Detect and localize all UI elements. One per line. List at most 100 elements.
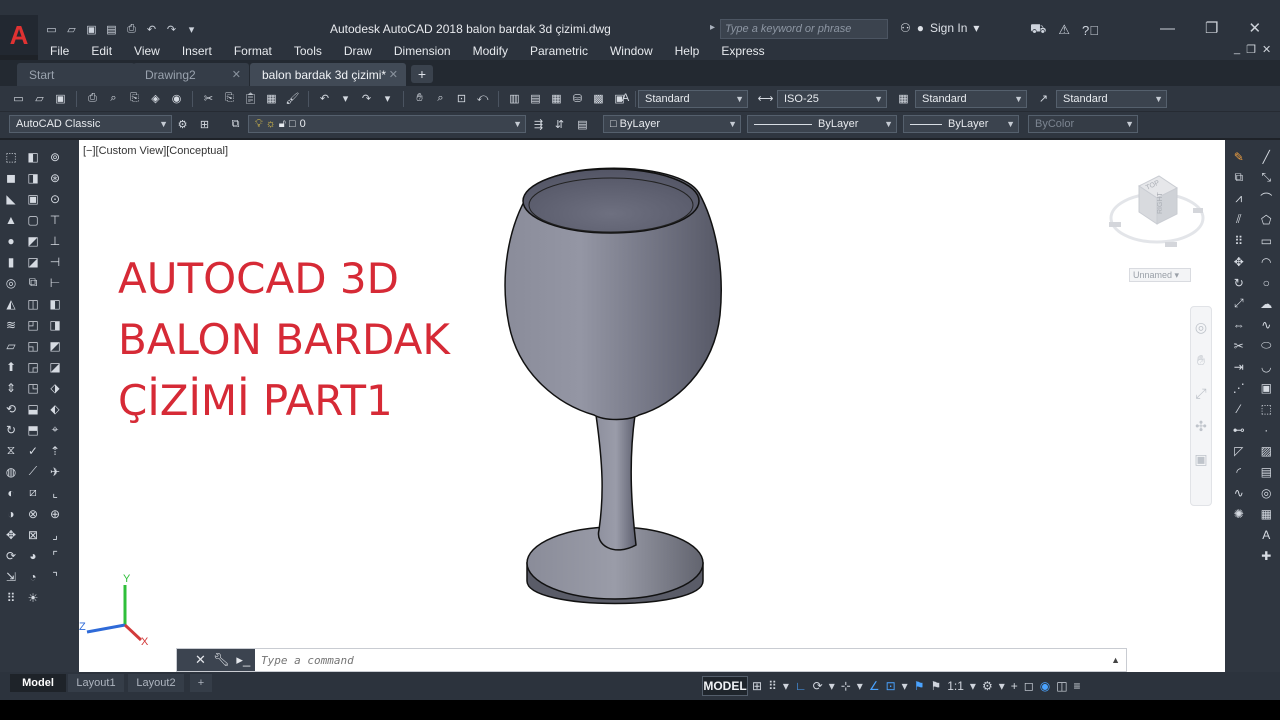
undo-list-icon[interactable]: ▾ (337, 91, 354, 107)
save-icon[interactable]: ▣ (84, 22, 99, 36)
ortho-icon[interactable]: ∟ (795, 679, 807, 693)
circle-icon[interactable]: ○ (1257, 274, 1275, 291)
restore-icon[interactable]: ❐ (1205, 19, 1218, 37)
line-icon[interactable]: ╱ (1257, 148, 1275, 165)
rotate-faces-icon[interactable]: ◩ (24, 232, 42, 249)
redo-icon[interactable]: ↷ (358, 91, 375, 107)
new-tab-button[interactable]: + (411, 65, 433, 83)
polar-tracking-icon[interactable]: ⟳ (813, 679, 823, 693)
chevron-down-icon[interactable]: ▾ (902, 679, 908, 693)
isolate-objects-icon[interactable]: ◻ (1024, 679, 1034, 693)
multileader-style-icon[interactable]: ↗ (1035, 90, 1052, 106)
chevron-down-icon[interactable]: ▾ (970, 679, 976, 693)
ne-iso-icon[interactable]: ⬗ (46, 379, 64, 396)
sheet-set-icon[interactable]: ⛁ (569, 91, 586, 107)
flatshot-icon[interactable]: ⊠ (24, 526, 42, 543)
insert-block-icon[interactable]: ▣ (1257, 379, 1275, 396)
customize-qat-icon[interactable]: ▾ (184, 22, 199, 36)
3d-print-icon[interactable]: ◈ (147, 91, 164, 107)
orbit-icon[interactable]: ⊚ (46, 148, 64, 165)
hatch-icon[interactable]: ▨ (1257, 442, 1275, 459)
pyramid-icon[interactable]: ◭ (2, 295, 20, 312)
close-tab-icon[interactable]: ✕ (232, 68, 241, 81)
dim-style-icon[interactable]: ⟷ (757, 90, 774, 106)
materials-icon[interactable]: ◔ (24, 568, 42, 585)
plot-preview-icon[interactable]: ⌕ (105, 91, 122, 107)
workspace-select[interactable]: AutoCAD Classic ▼ (9, 115, 172, 133)
redo-list-icon[interactable]: ▾ (379, 91, 396, 107)
check-icon[interactable]: ✓ (24, 442, 42, 459)
workspace-toolbar-icon[interactable]: ⊞ (196, 116, 213, 132)
ellipse-icon[interactable]: ⬭ (1257, 337, 1275, 354)
plus-icon[interactable]: + (1011, 679, 1018, 693)
stretch-icon[interactable]: ⇔ (1230, 316, 1248, 333)
arc-icon[interactable]: ◠ (1257, 253, 1275, 270)
exchange-icon[interactable]: ⚠ (1058, 22, 1070, 38)
tool-palettes-icon[interactable]: ▦ (548, 91, 565, 107)
open-file-icon[interactable]: ▱ (64, 22, 79, 36)
trim-icon[interactable]: ✂ (1230, 337, 1248, 354)
zoom-realtime-icon[interactable]: ⌕ (432, 91, 449, 107)
command-prompt-icon[interactable]: ▸_ (236, 652, 250, 668)
menu-express[interactable]: Express (721, 44, 764, 58)
menu-edit[interactable]: Edit (91, 44, 112, 58)
zoom-window-icon[interactable]: ⊡ (453, 91, 470, 107)
polyline-icon[interactable]: ⌒ (1257, 190, 1275, 207)
shell-icon[interactable]: ⬒ (24, 421, 42, 438)
new-file-icon[interactable]: ▭ (44, 22, 59, 36)
match-properties-icon[interactable]: 🖌︎ (284, 91, 301, 107)
layer-states-icon[interactable]: ▤ (574, 116, 591, 132)
markup-icon[interactable]: ▩ (590, 91, 607, 107)
break-icon[interactable]: ⁄ (1230, 400, 1248, 417)
hardware-acceleration-icon[interactable]: ◉ (1040, 679, 1050, 693)
array-icon[interactable]: ⠿ (1230, 232, 1248, 249)
redo-icon[interactable]: ↷ (164, 22, 179, 36)
top-view-icon[interactable]: ⊤ (46, 211, 64, 228)
paste-block-icon[interactable]: ▦ (263, 91, 280, 107)
loft-icon[interactable]: ⧖ (2, 442, 20, 459)
3d-array-icon[interactable]: ⠿ (2, 589, 20, 606)
pan-icon[interactable]: ✋︎ (411, 91, 428, 107)
extrude-faces-icon[interactable]: ◧ (24, 148, 42, 165)
menu-insert[interactable]: Insert (182, 44, 212, 58)
lineweight-select[interactable]: ByLayer ▼ (903, 115, 1019, 133)
polygon-icon[interactable]: ⬠ (1257, 211, 1275, 228)
menu-view[interactable]: View (134, 44, 160, 58)
menu-modify[interactable]: Modify (473, 44, 508, 58)
erase-icon[interactable]: ✎ (1230, 148, 1248, 165)
copy-object-icon[interactable]: ⧉ (1230, 169, 1248, 186)
copy-edges-icon[interactable]: ◰ (24, 316, 42, 333)
offset-faces-icon[interactable]: ▣ (24, 190, 42, 207)
interfere-icon[interactable]: ⊗ (24, 505, 42, 522)
paste-icon[interactable]: 📋︎ (242, 91, 259, 107)
bottom-view-icon[interactable]: ⊥ (46, 232, 64, 249)
layer-previous-icon[interactable]: ⇵ (551, 116, 568, 132)
add-layout-button[interactable]: + (190, 674, 212, 692)
menu-tools[interactable]: Tools (294, 44, 322, 58)
add-selected-icon[interactable]: ✚ (1257, 547, 1275, 564)
table-icon[interactable]: ▦ (1257, 505, 1275, 522)
close-icon[interactable]: ✕ (1248, 19, 1261, 37)
minimize-icon[interactable]: — (1160, 20, 1175, 37)
qnew-icon[interactable]: ▭ (10, 91, 27, 107)
scale-icon[interactable]: ⤢ (1230, 295, 1248, 312)
mirror-icon[interactable]: ⩘ (1230, 190, 1248, 207)
undo-icon[interactable]: ↶ (316, 91, 333, 107)
publish-web-icon[interactable]: ◉ (168, 91, 185, 107)
color-edges-icon[interactable]: ◱ (24, 337, 42, 354)
snap-mode-icon[interactable]: ⠿ (768, 679, 777, 693)
print-icon[interactable]: ⎙ (124, 22, 139, 36)
extend-icon[interactable]: ⇥ (1230, 358, 1248, 375)
close-tab-icon[interactable]: ✕ (389, 68, 398, 81)
tab-drawing2[interactable]: Drawing2 ✕ (133, 63, 249, 86)
zoom-extents-icon[interactable]: ⤢ (1195, 385, 1206, 402)
slice-icon[interactable]: ⟋ (24, 463, 42, 480)
section-icon[interactable]: ⧄ (24, 484, 42, 501)
fillet-icon[interactable]: ◜ (1230, 463, 1248, 480)
table-style-select[interactable]: Standard ▼ (915, 90, 1027, 108)
join-icon[interactable]: ⊷ (1230, 421, 1248, 438)
extrude-icon[interactable]: ⬆ (2, 358, 20, 375)
tab-start[interactable]: Start (17, 63, 135, 86)
explode-icon[interactable]: ✺ (1230, 505, 1248, 522)
sweep-icon[interactable]: ⟲ (2, 400, 20, 417)
